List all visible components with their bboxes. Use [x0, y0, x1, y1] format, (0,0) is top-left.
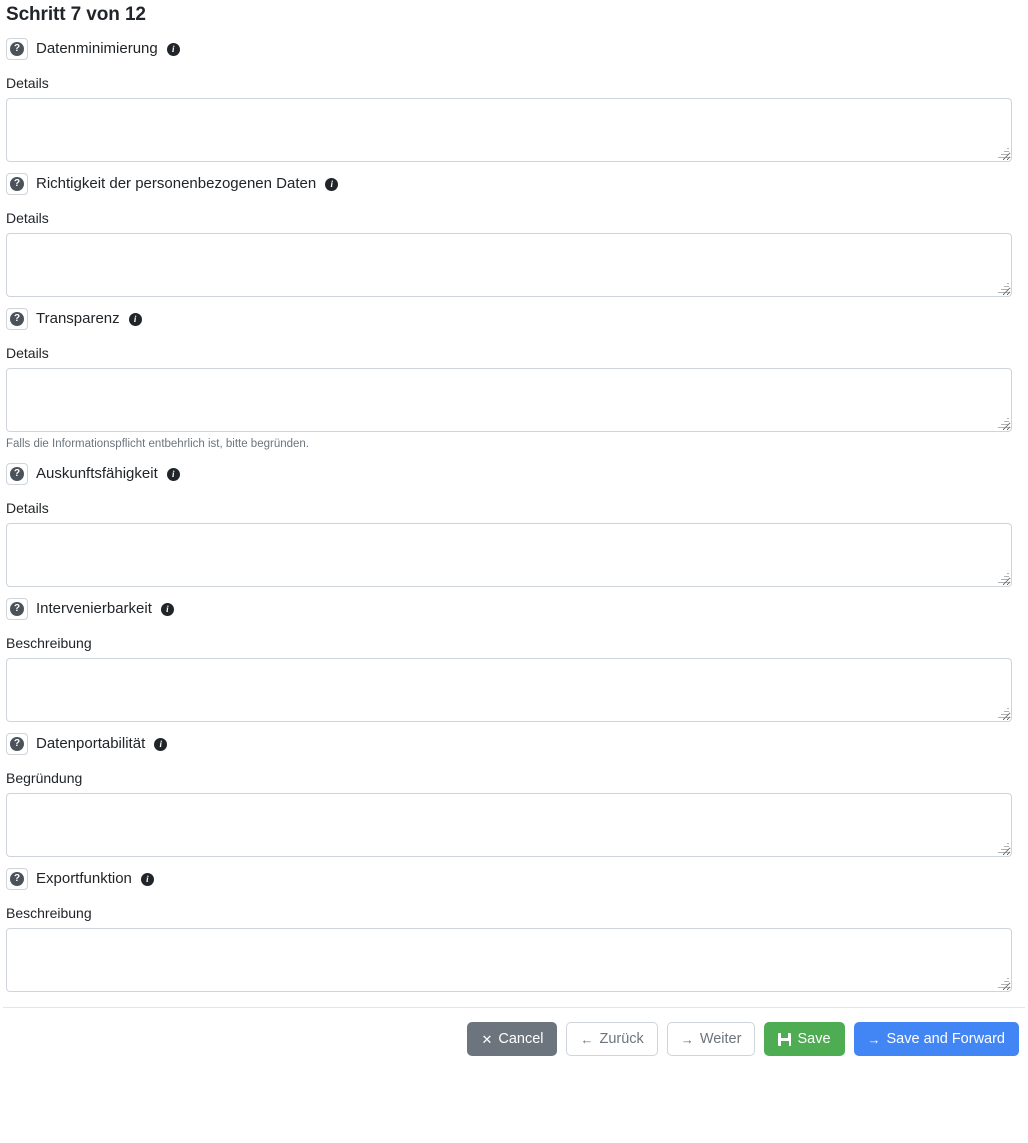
textarea-wrapper	[6, 233, 1012, 297]
section-header: ? Transparenz i	[6, 306, 1022, 332]
help-button-transparenz[interactable]: ?	[6, 308, 28, 330]
form-action-bar: ✕ Cancel ← Zurück → Weiter Save → Save and Forwa…	[6, 1008, 1022, 1066]
textarea-wrapper	[6, 98, 1012, 162]
arrow-left-icon: ←	[580, 1031, 594, 1047]
question-mark-icon: ?	[10, 42, 24, 56]
info-icon[interactable]: i	[160, 602, 174, 616]
section-title: Exportfunktion	[36, 870, 132, 887]
help-button-datenminimierung[interactable]: ?	[6, 38, 28, 60]
question-mark-icon: ?	[10, 312, 24, 326]
section-exportfunktion: ? Exportfunktion i Beschreibung	[6, 866, 1022, 992]
help-button-intervenierbarkeit[interactable]: ?	[6, 598, 28, 620]
save-button-label: Save	[797, 1030, 831, 1047]
textarea-datenportabilitaet[interactable]	[6, 793, 1012, 857]
field-label-datenminimierung: Details	[6, 75, 49, 91]
info-icon[interactable]: i	[166, 467, 180, 481]
section-title: Auskunftsfähigkeit	[36, 465, 158, 482]
field-label-exportfunktion: Beschreibung	[6, 905, 92, 921]
info-icon[interactable]: i	[325, 177, 339, 191]
field-label-richtigkeit-der-personenbezogenen-daten: Details	[6, 210, 49, 226]
section-header: ? Datenminimierung i	[6, 36, 1022, 62]
save-and-forward-button[interactable]: → Save and Forward	[853, 1022, 1019, 1056]
question-mark-icon: ?	[10, 467, 24, 481]
field-help-text-transparenz: Falls die Informationspflicht entbehrlic…	[6, 438, 309, 450]
save-button[interactable]: Save	[764, 1022, 845, 1056]
help-button-datenportabilitaet[interactable]: ?	[6, 733, 28, 755]
next-button-label: Weiter	[699, 1030, 742, 1047]
section-title: Intervenierbarkeit	[36, 600, 152, 617]
field-label-intervenierbarkeit: Beschreibung	[6, 635, 92, 651]
field-label-transparenz: Details	[6, 345, 49, 361]
field-label-auskunftsfaehigkeit: Details	[6, 500, 49, 516]
info-icon[interactable]: i	[128, 312, 142, 326]
textarea-datenminimierung[interactable]	[6, 98, 1012, 162]
help-button-exportfunktion[interactable]: ?	[6, 868, 28, 890]
info-icon[interactable]: i	[166, 42, 180, 56]
close-icon: ✕	[481, 1031, 493, 1047]
info-icon[interactable]: i	[154, 737, 168, 751]
question-mark-icon: ?	[10, 177, 24, 191]
question-mark-icon: ?	[10, 737, 24, 751]
sections-container: ? Datenminimierung i Details? Richtigkeit de…	[6, 36, 1022, 992]
textarea-wrapper	[6, 368, 1012, 432]
field-label-datenportabilitaet: Begründung	[6, 770, 83, 786]
save-and-forward-button-label: Save and Forward	[886, 1030, 1005, 1047]
section-header: ? Exportfunktion i	[6, 866, 1022, 892]
section-datenminimierung: ? Datenminimierung i Details	[6, 36, 1022, 162]
textarea-wrapper	[6, 928, 1012, 992]
arrow-right-icon: →	[867, 1031, 881, 1047]
section-title: Datenminimierung	[36, 40, 158, 57]
question-mark-icon: ?	[10, 872, 24, 886]
form-page: Schritt 7 von 12 ? Datenminimierung i Detai…	[0, 0, 1028, 1066]
cancel-button-label: Cancel	[498, 1030, 544, 1047]
back-button[interactable]: ← Zurück	[566, 1022, 658, 1056]
next-button[interactable]: → Weiter	[666, 1022, 756, 1056]
section-title: Datenportabilität	[36, 735, 146, 752]
textarea-exportfunktion[interactable]	[6, 928, 1012, 992]
section-auskunftsfaehigkeit: ? Auskunftsfähigkeit i Details	[6, 461, 1022, 587]
section-header: ? Richtigkeit der personenbezogenen Daten…	[6, 171, 1022, 197]
question-mark-icon: ?	[10, 602, 24, 616]
textarea-wrapper	[6, 658, 1012, 722]
page-title: Schritt 7 von 12	[6, 4, 146, 25]
textarea-transparenz[interactable]	[6, 368, 1012, 432]
textarea-wrapper	[6, 793, 1012, 857]
section-intervenierbarkeit: ? Intervenierbarkeit i Beschreibung	[6, 596, 1022, 722]
help-button-richtigkeit-der-personenbezogenen-daten[interactable]: ?	[6, 173, 28, 195]
textarea-wrapper	[6, 523, 1012, 587]
info-icon[interactable]: i	[140, 872, 154, 886]
section-transparenz: ? Transparenz i Details Falls die Informatio…	[6, 306, 1022, 452]
save-floppy-icon	[778, 1032, 792, 1046]
section-richtigkeit-der-personenbezogenen-daten: ? Richtigkeit der personenbezogenen Daten…	[6, 171, 1022, 297]
section-title: Transparenz	[36, 310, 120, 327]
arrow-right-icon: →	[680, 1031, 694, 1047]
section-header: ? Auskunftsfähigkeit i	[6, 461, 1022, 487]
cancel-button[interactable]: ✕ Cancel	[467, 1022, 558, 1056]
textarea-richtigkeit-der-personenbezogenen-daten[interactable]	[6, 233, 1012, 297]
back-button-label: Zurück	[599, 1030, 644, 1047]
section-title: Richtigkeit der personenbezogenen Daten	[36, 175, 317, 192]
section-header: ? Intervenierbarkeit i	[6, 596, 1022, 622]
textarea-intervenierbarkeit[interactable]	[6, 658, 1012, 722]
help-button-auskunftsfaehigkeit[interactable]: ?	[6, 463, 28, 485]
section-datenportabilitaet: ? Datenportabilität i Begründung	[6, 731, 1022, 857]
section-header: ? Datenportabilität i	[6, 731, 1022, 757]
textarea-auskunftsfaehigkeit[interactable]	[6, 523, 1012, 587]
